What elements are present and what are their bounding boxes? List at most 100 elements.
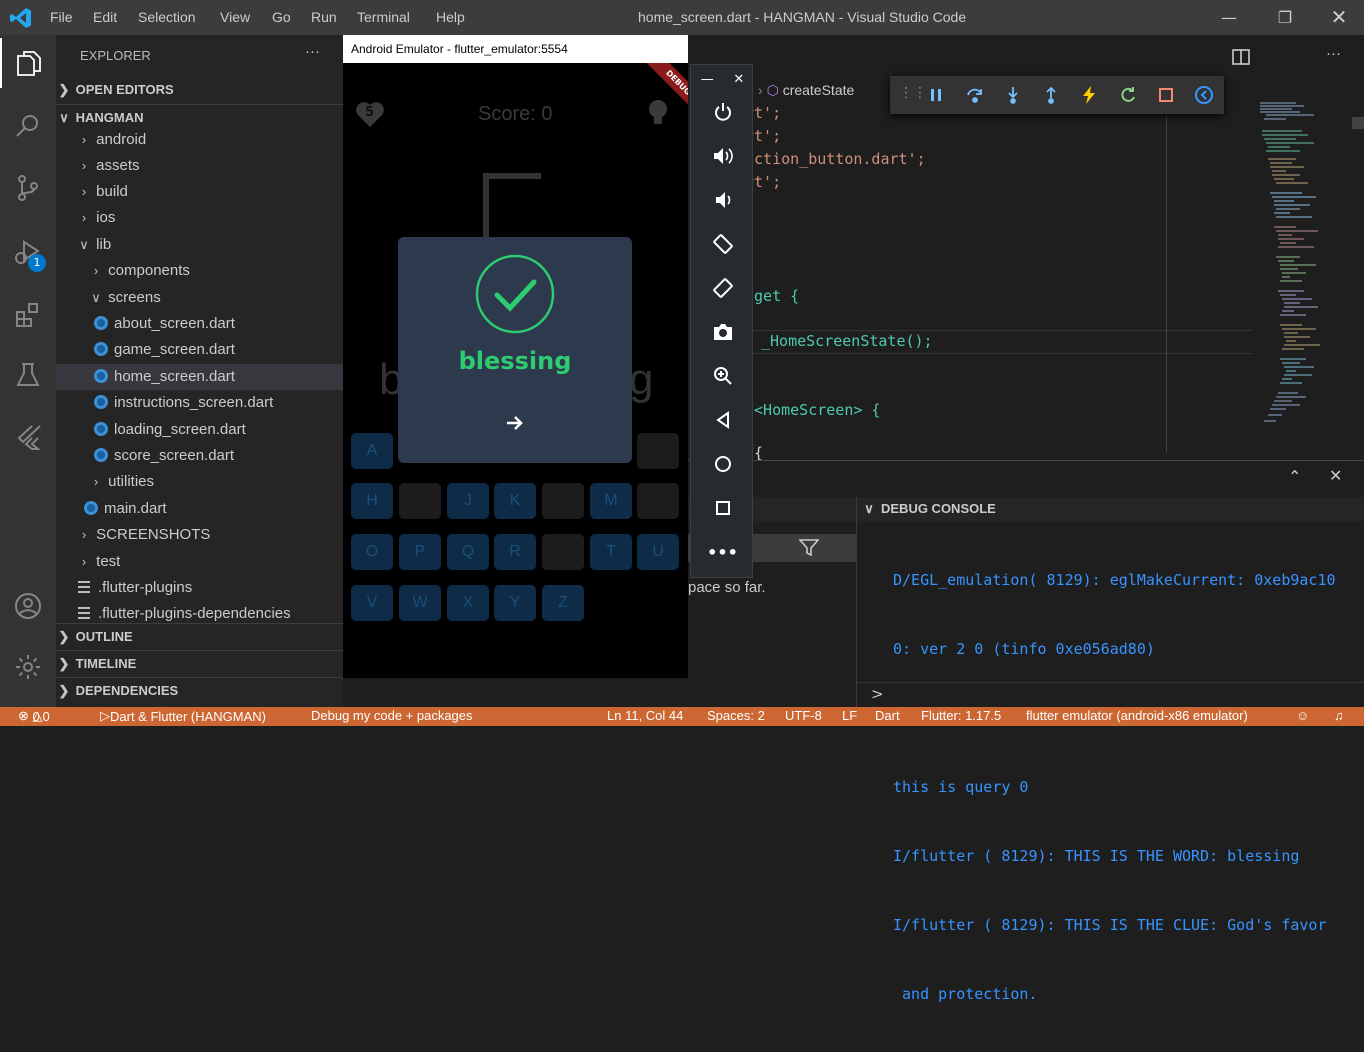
- breadcrumb[interactable]: › ⬡ createState: [758, 82, 854, 99]
- rotate-right-icon[interactable]: [691, 273, 754, 303]
- phone-screen[interactable]: DEBUG 5 Score: 0 b g A H J K M O P Q R T…: [343, 63, 688, 678]
- zoom-icon[interactable]: [691, 361, 754, 391]
- volume-down-icon[interactable]: [691, 185, 754, 215]
- close-panel-icon[interactable]: ✕: [1329, 466, 1342, 485]
- tree-folder-build[interactable]: › build: [56, 179, 343, 205]
- settings-gear-icon[interactable]: [0, 642, 56, 692]
- pane-divider[interactable]: [856, 497, 857, 708]
- pause-button[interactable]: [926, 85, 946, 105]
- next-arrow-button[interactable]: [505, 413, 525, 437]
- key-j[interactable]: J: [447, 483, 489, 519]
- tree-file-game-screen[interactable]: game_screen.dart: [56, 337, 343, 363]
- source-control-icon[interactable]: [0, 163, 56, 213]
- tree-folder-test[interactable]: › test: [56, 549, 343, 575]
- drag-handle-icon[interactable]: ⋮⋮: [899, 85, 927, 105]
- timeline-section[interactable]: ❯ TIMELINE: [56, 650, 343, 676]
- key-o[interactable]: O: [351, 534, 393, 570]
- outline-section[interactable]: ❯ OUTLINE: [56, 623, 343, 649]
- power-icon[interactable]: [691, 97, 754, 127]
- hot-reload-button[interactable]: [1079, 85, 1099, 105]
- open-editors-section[interactable]: ❯ OPEN EDITORS: [56, 77, 343, 103]
- key-x[interactable]: X: [447, 585, 489, 621]
- split-editor-icon[interactable]: [1232, 48, 1250, 70]
- line-ending[interactable]: LF: [842, 708, 857, 723]
- tree-file-home-screen[interactable]: home_screen.dart: [56, 364, 343, 390]
- explorer-more-button[interactable]: ···: [305, 43, 320, 60]
- tree-file-instructions-screen[interactable]: instructions_screen.dart: [56, 390, 343, 416]
- key-q[interactable]: Q: [447, 534, 489, 570]
- problems-indicator[interactable]: ⊗ 0 △ 0: [18, 708, 50, 724]
- explorer-icon[interactable]: [0, 38, 56, 88]
- tree-folder-screens[interactable]: ∨ screens: [56, 285, 343, 311]
- emulator-minimize-icon[interactable]: —: [701, 72, 714, 87]
- key-p[interactable]: P: [399, 534, 441, 570]
- dependencies-section[interactable]: ❯ DEPENDENCIES: [56, 677, 343, 703]
- feedback-icon[interactable]: ☺: [1296, 708, 1309, 723]
- tree-folder-lib[interactable]: ∨ lib: [56, 232, 343, 258]
- key-k[interactable]: K: [494, 483, 536, 519]
- tree-file-score-screen[interactable]: score_screen.dart: [56, 443, 343, 469]
- camera-icon[interactable]: [691, 317, 754, 347]
- devtools-button[interactable]: [1194, 85, 1214, 105]
- overview-icon[interactable]: [691, 493, 754, 523]
- stop-button[interactable]: [1156, 85, 1176, 105]
- editor-more-button[interactable]: ···: [1326, 45, 1341, 62]
- restart-button[interactable]: [1118, 85, 1138, 105]
- tree-folder-ios[interactable]: › ios: [56, 205, 343, 231]
- key-y[interactable]: Y: [494, 585, 536, 621]
- volume-up-icon[interactable]: [691, 141, 754, 171]
- tree-file-loading-screen[interactable]: loading_screen.dart: [56, 417, 343, 443]
- menu-view[interactable]: View: [220, 9, 250, 25]
- menu-help[interactable]: Help: [436, 9, 465, 25]
- minimize-button[interactable]: —: [1206, 0, 1252, 35]
- home-icon[interactable]: [691, 449, 754, 479]
- restore-button[interactable]: ❐: [1262, 0, 1308, 35]
- menu-terminal[interactable]: Terminal: [357, 9, 410, 25]
- tree-folder-components[interactable]: › components: [56, 258, 343, 284]
- tree-file-main[interactable]: main.dart: [56, 496, 343, 522]
- launch-config[interactable]: ▷ Dart & Flutter (HANGMAN): [100, 708, 266, 724]
- tree-file-flutter-plugins[interactable]: .flutter-plugins: [56, 575, 343, 601]
- key-a[interactable]: A: [351, 433, 393, 469]
- menu-file[interactable]: File: [50, 9, 73, 25]
- debug-mode[interactable]: Debug my code + packages: [311, 708, 473, 723]
- emulator-close-icon[interactable]: ✕: [733, 72, 744, 87]
- device-selector[interactable]: flutter emulator (android-x86 emulator): [1026, 708, 1248, 723]
- debug-console-header[interactable]: ∨ DEBUG CONSOLE: [857, 497, 1364, 521]
- menu-go[interactable]: Go: [272, 9, 291, 25]
- step-into-button[interactable]: [1003, 85, 1023, 105]
- language-mode[interactable]: Dart: [875, 708, 900, 723]
- emulator-title-bar[interactable]: Android Emulator - flutter_emulator:5554: [343, 35, 688, 63]
- key-w[interactable]: W: [399, 585, 441, 621]
- scrollbar-thumb[interactable]: [1352, 117, 1364, 129]
- menu-edit[interactable]: Edit: [93, 9, 117, 25]
- key-m[interactable]: M: [590, 483, 632, 519]
- console-input[interactable]: >: [857, 682, 1364, 708]
- hint-bulb-icon[interactable]: [647, 99, 669, 131]
- key-v[interactable]: V: [351, 585, 393, 621]
- tree-folder-android[interactable]: › android: [56, 127, 343, 153]
- tree-folder-screenshots[interactable]: › SCREENSHOTS: [56, 522, 343, 548]
- cursor-position[interactable]: Ln 11, Col 44: [607, 708, 683, 723]
- key-u[interactable]: U: [637, 534, 679, 570]
- testing-icon[interactable]: [0, 350, 56, 400]
- run-debug-icon[interactable]: 1: [0, 227, 56, 277]
- tree-folder-utilities[interactable]: › utilities: [56, 469, 343, 495]
- maximize-panel-icon[interactable]: ⌃: [1288, 467, 1301, 486]
- menu-selection[interactable]: Selection: [138, 9, 196, 25]
- step-over-button[interactable]: [965, 85, 985, 105]
- key-t[interactable]: T: [590, 534, 632, 570]
- close-window-button[interactable]: ✕: [1316, 0, 1362, 35]
- rotate-left-icon[interactable]: [691, 229, 754, 259]
- menu-run[interactable]: Run: [311, 9, 337, 25]
- key-h[interactable]: H: [351, 483, 393, 519]
- key-r[interactable]: R: [494, 534, 536, 570]
- minimap[interactable]: [1256, 97, 1352, 452]
- tree-file-about-screen[interactable]: about_screen.dart: [56, 311, 343, 337]
- back-icon[interactable]: [691, 405, 754, 435]
- search-icon[interactable]: [0, 101, 56, 151]
- tree-folder-assets[interactable]: › assets: [56, 153, 343, 179]
- flutter-version[interactable]: Flutter: 1.17.5: [921, 708, 1001, 723]
- flutter-icon[interactable]: [0, 412, 56, 462]
- extensions-icon[interactable]: [0, 290, 56, 340]
